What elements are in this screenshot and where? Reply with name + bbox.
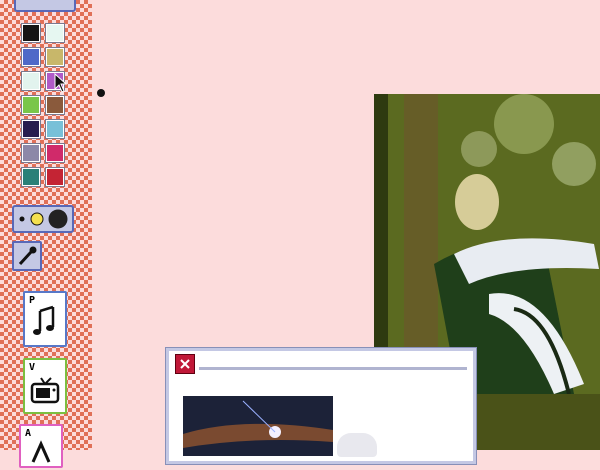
sky-image [183,396,333,456]
color-swatch[interactable] [21,23,41,43]
cloud-image [337,433,377,457]
brush-size-button[interactable] [12,205,74,233]
image-thumbnail[interactable] [183,396,333,456]
color-swatch[interactable] [21,167,41,187]
color-swatch[interactable] [45,47,65,67]
doc-letter: A [25,428,32,439]
mouse-pointer-icon [54,73,68,93]
color-swatch[interactable] [21,119,41,139]
color-swatch[interactable] [45,167,65,187]
close-button[interactable] [175,354,195,374]
brush-size-icon [19,209,68,229]
music-document-button[interactable]: P [23,291,67,347]
doc-letter: V [29,362,36,373]
video-document-button[interactable]: V [23,358,67,414]
color-swatch[interactable] [21,71,41,91]
color-swatch[interactable] [21,47,41,67]
color-swatch[interactable] [45,119,65,139]
window-titlebar[interactable] [199,367,467,370]
color-swatch[interactable] [45,23,65,43]
toolbar-top-button[interactable] [14,0,76,12]
eyedropper-button[interactable] [12,241,42,271]
eyedropper-icon [18,246,37,266]
close-icon [180,359,190,369]
color-swatch[interactable] [45,143,65,163]
doc-letter: P [29,295,36,306]
color-swatch[interactable] [21,95,41,115]
image-window[interactable] [166,348,476,464]
color-swatch[interactable] [45,95,65,115]
brush-dot [97,89,105,97]
color-swatch[interactable] [21,143,41,163]
toolbar: P V A [0,0,92,468]
ai-document-button[interactable]: A [19,424,63,468]
